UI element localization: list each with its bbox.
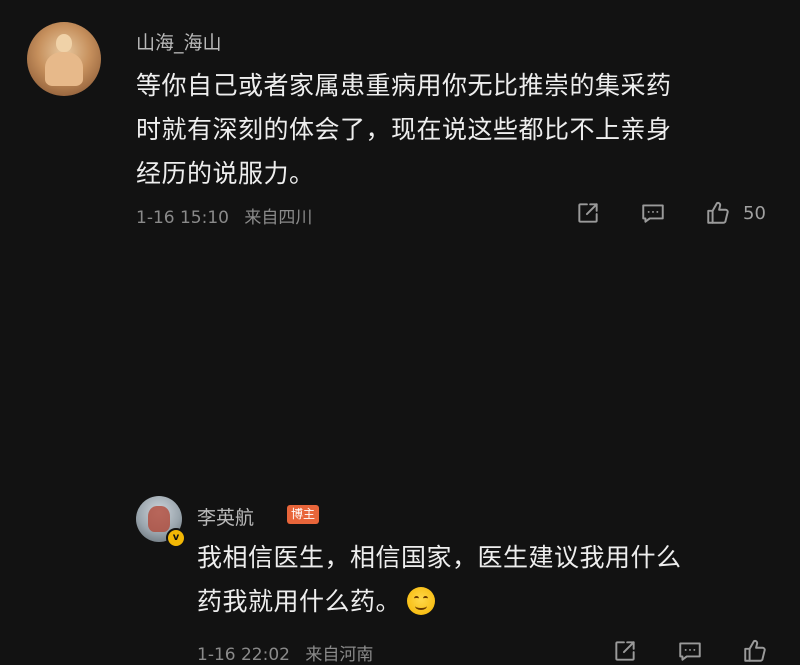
comment-meta: 1-16 22:02 来自河南 bbox=[197, 640, 383, 665]
reply-item: v 李英航 博主 我相信医生，相信国家，医生建议我用什么 药我就用什么药。 1-… bbox=[0, 240, 800, 665]
comment-icon bbox=[679, 642, 701, 661]
comment-icon bbox=[642, 204, 664, 223]
comment-text: 等你自己或者家属患重病用你无比推崇的集采药 时就有深刻的体会了，现在说这些都比不… bbox=[136, 64, 776, 196]
avatar-figure-body bbox=[45, 52, 83, 86]
share-icon bbox=[578, 203, 598, 223]
reply-button[interactable] bbox=[676, 637, 704, 665]
thumbs-up-icon bbox=[707, 202, 729, 224]
comment-text-line-with-emoji: 药我就用什么药。 bbox=[197, 580, 777, 624]
comment-time: 1-16 22:02 bbox=[197, 645, 290, 665]
avatar[interactable] bbox=[27, 22, 101, 96]
share-button[interactable] bbox=[611, 637, 639, 665]
comment-location: 来自河南 bbox=[305, 645, 374, 665]
like-button[interactable] bbox=[741, 637, 769, 665]
comment-meta: 1-16 15:10 来自四川 bbox=[136, 203, 322, 228]
like-button[interactable] bbox=[704, 199, 732, 227]
verified-badge-icon: v bbox=[166, 528, 186, 548]
comment-text-line: 我相信医生，相信国家，医生建议我用什么 bbox=[197, 543, 682, 572]
thumbs-up-icon bbox=[744, 640, 766, 662]
like-count: 50 bbox=[743, 203, 766, 224]
comment-time: 1-16 15:10 bbox=[136, 208, 229, 228]
comment-username[interactable]: 李英航 bbox=[197, 503, 254, 530]
comment-text-line: 经历的说服力。 bbox=[136, 159, 315, 188]
comment-username[interactable]: 山海_海山 bbox=[136, 28, 222, 55]
comment-location: 来自四川 bbox=[244, 208, 313, 228]
comment-text: 我相信医生，相信国家，医生建议我用什么 药我就用什么药。 bbox=[197, 536, 777, 624]
avatar-figure-head bbox=[56, 34, 72, 52]
reply-button[interactable] bbox=[639, 199, 667, 227]
author-tag: 博主 bbox=[287, 505, 320, 524]
comment-text-line: 药我就用什么药。 bbox=[197, 587, 402, 616]
share-button[interactable] bbox=[574, 199, 602, 227]
comment-text-line: 时就有深刻的体会了，现在说这些都比不上亲身 bbox=[136, 115, 672, 144]
smile-emoji bbox=[407, 587, 436, 615]
avatar-figure bbox=[148, 506, 170, 532]
share-icon bbox=[615, 641, 635, 661]
comment-text-line: 等你自己或者家属患重病用你无比推崇的集采药 bbox=[136, 71, 672, 100]
comment-item: 山海_海山 等你自己或者家属患重病用你无比推崇的集采药 时就有深刻的体会了，现在… bbox=[0, 0, 800, 240]
